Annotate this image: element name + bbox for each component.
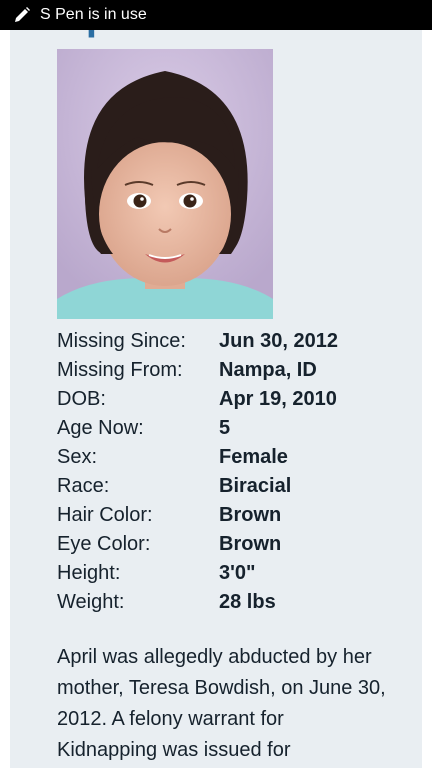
detail-row-missing-since: Missing Since: Jun 30, 2012	[57, 327, 397, 356]
profile-card: April Bowdish	[10, 0, 422, 768]
status-bar: S Pen is in use	[0, 0, 432, 30]
detail-row-hair-color: Hair Color: Brown	[57, 501, 397, 530]
status-text: S Pen is in use	[40, 6, 147, 23]
details-list: Missing Since: Jun 30, 2012 Missing From…	[57, 327, 397, 617]
detail-value: Apr 19, 2010	[219, 388, 337, 410]
detail-value: Biracial	[219, 475, 292, 497]
detail-row-race: Race: Biracial	[57, 472, 397, 501]
detail-value: Brown	[219, 504, 282, 526]
detail-label: Weight:	[57, 591, 125, 613]
detail-label: Age Now:	[57, 417, 144, 439]
detail-row-missing-from: Missing From: Nampa, ID	[57, 356, 397, 385]
detail-row-height: Height: 3'0"	[57, 559, 397, 588]
detail-label: Hair Color:	[57, 504, 153, 526]
detail-value: 3'0"	[219, 562, 256, 584]
detail-label: Missing Since:	[57, 330, 186, 352]
detail-label: Missing From:	[57, 359, 183, 381]
detail-label: Eye Color:	[57, 533, 151, 555]
detail-label: Sex:	[57, 446, 98, 468]
detail-value: 5	[219, 417, 231, 439]
detail-row-eye-color: Eye Color: Brown	[57, 530, 397, 559]
detail-row-weight: Weight: 28 lbs	[57, 588, 397, 617]
detail-value: Brown	[219, 533, 282, 555]
detail-label: DOB:	[57, 388, 106, 410]
detail-label: Height:	[57, 562, 121, 584]
detail-value: Nampa, ID	[219, 359, 317, 381]
pen-icon	[12, 5, 32, 25]
detail-value: Jun 30, 2012	[219, 330, 338, 352]
profile-photo	[57, 49, 273, 319]
detail-row-dob: DOB: Apr 19, 2010	[57, 385, 397, 414]
detail-row-age-now: Age Now: 5	[57, 414, 397, 443]
detail-value: 28 lbs	[219, 591, 276, 613]
detail-row-sex: Sex: Female	[57, 443, 397, 472]
detail-value: Female	[219, 446, 288, 468]
case-description: April was allegedly abducted by her moth…	[57, 646, 386, 761]
detail-label: Race:	[57, 475, 110, 497]
